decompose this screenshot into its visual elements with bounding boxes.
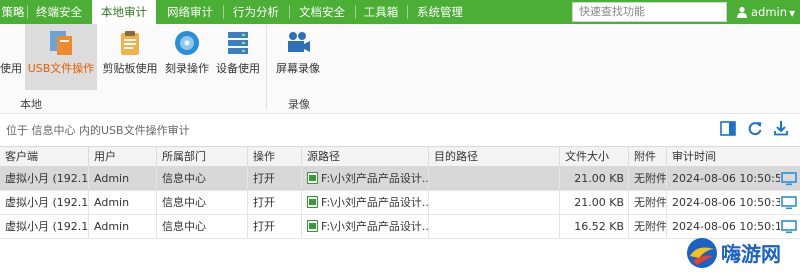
excel-file-icon <box>307 220 318 232</box>
column-header-client[interactable]: 客户端 <box>0 147 89 167</box>
cell-operation: 打开 <box>248 215 302 239</box>
ribbon-button-label: 剪贴板使用 <box>102 62 158 75</box>
tab-local-audit[interactable]: 本地审计 <box>92 0 156 24</box>
column-header-audit-time[interactable]: 审计时间 <box>667 147 800 167</box>
tab-document-security[interactable]: 文档安全 <box>290 0 354 24</box>
usb-file-icon <box>50 31 72 55</box>
cell-user: Admin <box>89 215 157 239</box>
cell-file-size: 16.52 KB <box>560 215 629 239</box>
user-menu[interactable]: admin ▼ <box>736 3 795 21</box>
table-row[interactable]: 虚拟小月 (192.1... Admin 信息中心 打开 F:\小刘产品产品设计… <box>0 191 800 215</box>
source-path-text: F:\小刘产品产品设计... <box>321 220 429 233</box>
source-path-text: F:\小刘产品产品设计... <box>321 172 429 185</box>
ribbon-button-label: 设备使用 <box>216 62 260 75</box>
tab-toolbox[interactable]: 工具箱 <box>356 0 406 24</box>
ribbon-button-clipboard-use[interactable]: 剪贴板使用 <box>102 24 158 90</box>
table-row[interactable]: 虚拟小月 (192.1... Admin 信息中心 打开 F:\小刘产品产品设计… <box>0 167 800 191</box>
cell-destination-path <box>429 215 560 239</box>
cell-department: 信息中心 <box>157 215 248 239</box>
tab-policy[interactable]: 策略 <box>0 0 26 24</box>
ribbon-button-burn-operation[interactable]: 刻录操作 <box>163 24 211 90</box>
tab-network-audit[interactable]: 网络审计 <box>158 0 222 24</box>
cell-client: 虚拟小月 (192.1... <box>0 167 89 191</box>
disc-icon <box>175 31 199 55</box>
cell-attachment: 无附件 <box>629 215 667 239</box>
quick-search-input[interactable]: 快速查找功能 <box>572 2 727 22</box>
top-nav-bar: 策略 终端安全 本地审计 网络审计 行为分析 文档安全 工具箱 系统管理 快速查… <box>0 0 800 24</box>
table-row[interactable]: 虚拟小月 (192.1... Admin 信息中心 打开 F:\小刘产品产品设计… <box>0 215 800 239</box>
ribbon-button-label: 屏幕录像 <box>276 62 320 75</box>
ribbon-button-usb-file-operation[interactable]: USB文件操作 <box>25 24 97 90</box>
columns-icon[interactable] <box>720 121 736 136</box>
video-camera-icon <box>288 32 310 52</box>
cell-file-size: 21.00 KB <box>560 191 629 215</box>
cell-operation: 打开 <box>248 191 302 215</box>
monitor-icon[interactable] <box>781 195 797 211</box>
column-header-department[interactable]: 所属部门 <box>157 147 248 167</box>
ribbon-button-device-use[interactable]: 使用 <box>0 24 22 90</box>
server-icon <box>228 32 248 54</box>
cell-file-size: 21.00 KB <box>560 167 629 191</box>
clipboard-icon <box>121 31 139 55</box>
ribbon-group-label-local: 本地 <box>20 98 42 111</box>
cell-user: Admin <box>89 167 157 191</box>
cell-audit-time: 2024-08-06 10:50:58 <box>672 172 780 185</box>
cell-client: 虚拟小月 (192.1... <box>0 191 89 215</box>
location-path: 位于 信息中心 内的USB文件操作审计 <box>6 124 190 137</box>
download-icon[interactable] <box>773 120 789 136</box>
refresh-icon[interactable] <box>747 120 763 136</box>
column-header-source-path[interactable]: 源路径 <box>302 147 429 167</box>
cell-source-path: F:\小刘产品产品设计... <box>302 167 429 191</box>
cell-destination-path <box>429 191 560 215</box>
ribbon-group-label-recording: 录像 <box>288 98 310 111</box>
user-icon <box>737 7 747 18</box>
table-header: 客户端 用户 所属部门 操作 源路径 目的路径 文件大小 附件 审计时间 <box>0 146 800 167</box>
cell-user: Admin <box>89 191 157 215</box>
column-header-user[interactable]: 用户 <box>89 147 157 167</box>
excel-file-icon <box>307 172 318 184</box>
column-header-operation[interactable]: 操作 <box>248 147 302 167</box>
toolbar-icons <box>720 120 792 138</box>
watermark-logo-icon <box>687 238 717 268</box>
ribbon-button-device-usage[interactable]: 设备使用 <box>214 24 262 90</box>
cell-department: 信息中心 <box>157 167 248 191</box>
tab-terminal-security[interactable]: 终端安全 <box>28 0 90 24</box>
watermark-text: 嗨游网 <box>721 242 781 266</box>
user-name: admin <box>751 5 788 19</box>
tab-system-management[interactable]: 系统管理 <box>408 0 472 24</box>
chevron-down-icon: ▼ <box>789 9 796 18</box>
cell-operation: 打开 <box>248 167 302 191</box>
device-icon <box>0 28 22 58</box>
cell-client: 虚拟小月 (192.1... <box>0 215 89 239</box>
column-header-attachment[interactable]: 附件 <box>629 147 667 167</box>
cell-department: 信息中心 <box>157 191 248 215</box>
cell-audit-time: 2024-08-06 10:50:36 <box>672 196 780 209</box>
cell-destination-path <box>429 167 560 191</box>
tab-behavior-analysis[interactable]: 行为分析 <box>224 0 288 24</box>
cell-attachment: 无附件 <box>629 191 667 215</box>
ribbon-button-label: USB文件操作 <box>27 62 95 75</box>
monitor-icon[interactable] <box>781 171 797 187</box>
cell-attachment: 无附件 <box>629 167 667 191</box>
column-header-file-size[interactable]: 文件大小 <box>560 147 629 167</box>
cell-source-path: F:\小刘产品产品设计... <box>302 191 429 215</box>
site-watermark: 嗨游网 <box>683 232 800 273</box>
source-path-text: F:\小刘产品产品设计... <box>321 196 429 209</box>
cell-source-path: F:\小刘产品产品设计... <box>302 215 429 239</box>
ribbon-button-screen-recording[interactable]: 屏幕录像 <box>273 24 323 90</box>
column-header-destination-path[interactable]: 目的路径 <box>429 147 560 167</box>
ribbon-button-label: 使用 <box>0 62 22 75</box>
ribbon-group-divider <box>266 24 267 110</box>
ribbon-button-label: 刻录操作 <box>165 62 209 75</box>
excel-file-icon <box>307 196 318 208</box>
